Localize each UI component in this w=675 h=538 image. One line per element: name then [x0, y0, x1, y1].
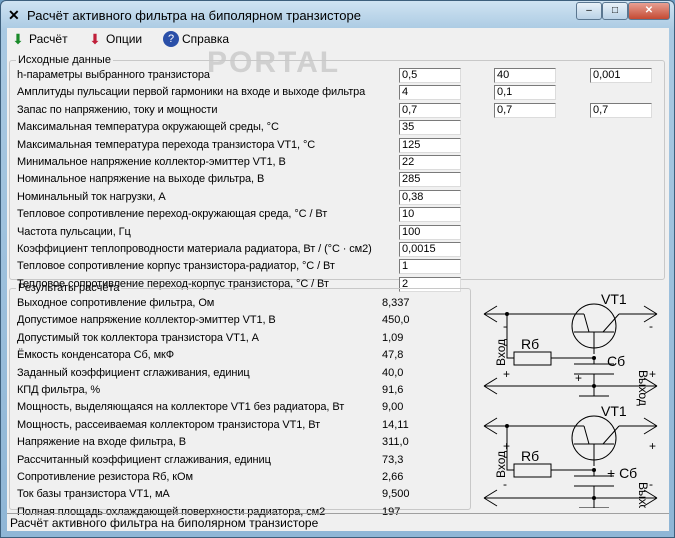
- svg-text:-: -: [649, 319, 653, 333]
- options-label: Опции: [106, 32, 143, 46]
- input-field[interactable]: 0,7: [590, 102, 652, 118]
- circuit-wires: [483, 415, 658, 508]
- resistor-symbol: [513, 463, 552, 478]
- app-window: ✕ Расчёт активного фильтра на биполярном…: [0, 0, 675, 538]
- svg-text:-: -: [649, 477, 653, 491]
- result-label: Допустимый ток коллектора транзистора VT…: [17, 331, 259, 344]
- svg-text:+: +: [503, 367, 510, 381]
- svg-text:+: +: [649, 439, 656, 453]
- result-value: 14,11: [382, 418, 409, 431]
- result-value: 9,500: [382, 488, 410, 501]
- result-value: 47,8: [382, 349, 404, 362]
- input-field[interactable]: 0,5: [399, 68, 461, 83]
- options-button[interactable]: ⬇ Опции: [87, 31, 142, 47]
- inputs-legend: Исходные данные: [18, 54, 111, 66]
- input-field[interactable]: 0,7: [399, 102, 461, 118]
- input-label: Амплитуды пульсации первой гармоники на …: [17, 86, 366, 99]
- maximize-button[interactable]: □: [602, 2, 628, 20]
- input-field[interactable]: 35: [399, 120, 461, 136]
- result-label: Выходное сопротивление фильтра, Ом: [17, 297, 215, 309]
- result-label: Мощность, выделяющаяся на коллекторе VT1…: [17, 401, 345, 414]
- help-button[interactable]: ? Справка: [163, 31, 229, 47]
- input-label: Запас по напряжению, току и мощности: [17, 103, 218, 116]
- result-label: Сопротивление резистора Rб, кОм: [17, 471, 193, 483]
- capacitor-polarity: +: [575, 371, 582, 385]
- window-title: Расчёт активного фильтра на биполярном т…: [27, 8, 361, 23]
- result-label: Ток базы транзистора VT1, мА: [17, 488, 170, 501]
- svg-text:+: +: [649, 367, 656, 381]
- result-label: Заданный коэффициент сглаживания, единиц: [17, 366, 250, 379]
- input-label: Вход: [494, 339, 508, 366]
- input-field[interactable]: 40: [494, 68, 556, 83]
- input-label: Коэффициент теплопроводности материала р…: [17, 243, 372, 255]
- result-label: Мощность, рассеиваемая коллектором транз…: [17, 418, 321, 431]
- input-field[interactable]: 22: [399, 155, 461, 170]
- svg-text:-: -: [503, 477, 507, 491]
- input-label: Тепловое сопротивление переход-окружающа…: [17, 208, 328, 221]
- svg-text:-: -: [503, 319, 507, 333]
- result-value: 9,00: [382, 401, 404, 414]
- resistor-symbol: [513, 351, 552, 366]
- minimize-button[interactable]: –: [576, 2, 602, 20]
- transistor-label: VT1: [601, 291, 627, 307]
- input-field[interactable]: 4: [399, 85, 461, 101]
- app-icon: ✕: [8, 7, 20, 23]
- result-value: 40,0: [382, 366, 404, 379]
- result-label: Допустимое напряжение коллектор-эмиттер …: [17, 314, 276, 327]
- calculate-label: Расчёт: [29, 32, 68, 46]
- calculate-button[interactable]: ⬇ Расчёт: [10, 31, 68, 47]
- result-value: 311,0: [382, 436, 409, 449]
- results-legend: Результаты расчёта: [18, 282, 120, 294]
- input-label: Максимальная температура окружающей сред…: [17, 121, 279, 134]
- input-field[interactable]: 285: [399, 172, 461, 188]
- result-value: 91,6: [382, 384, 404, 396]
- input-label: Вход: [494, 451, 508, 478]
- result-value: 2,66: [382, 471, 404, 483]
- result-label: КПД фильтра, %: [17, 384, 101, 396]
- input-label: Тепловое сопротивление корпус транзистор…: [17, 260, 335, 273]
- output-label: Выход: [636, 482, 650, 508]
- input-field[interactable]: 0,38: [399, 189, 461, 205]
- input-field[interactable]: 10: [399, 207, 461, 223]
- capacitor-label: + Сб: [607, 465, 637, 481]
- status-bar: Расчёт активного фильтра на биполярном т…: [7, 513, 669, 531]
- input-label: Номинальное напряжение на выходе фильтра…: [17, 173, 265, 186]
- result-value: 8,337: [382, 297, 410, 309]
- resistor-label: Rб: [521, 336, 539, 352]
- input-field[interactable]: 0,1: [494, 85, 556, 101]
- input-field[interactable]: 125: [399, 137, 461, 153]
- circuit-wires: [483, 303, 658, 397]
- input-field[interactable]: 0,7: [494, 102, 556, 118]
- input-label: h-параметры выбранного транзистора: [17, 69, 210, 81]
- input-field[interactable]: 0,001: [590, 68, 652, 83]
- input-field[interactable]: 100: [399, 224, 461, 240]
- result-label: Рассчитанный коэффициент сглаживания, ед…: [17, 453, 271, 466]
- result-value: 73,3: [382, 453, 404, 466]
- input-field[interactable]: 1: [399, 259, 461, 275]
- resistor-label: Rб: [521, 448, 539, 464]
- transistor-label: VT1: [601, 403, 627, 419]
- input-field[interactable]: 0,0015: [399, 242, 461, 257]
- help-icon: ?: [163, 31, 179, 47]
- input-label: Максимальная температура перехода транзи…: [17, 138, 316, 151]
- input-label: Минимальное напряжение коллектор-эмиттер…: [17, 156, 286, 168]
- client-area: ⬇ Расчёт ⬇ Опции ? Справка PORTAL Исходные …: [7, 28, 669, 531]
- help-label: Справка: [182, 32, 230, 46]
- arrow-down-red-icon: ⬇: [89, 31, 101, 47]
- input-label: Номинальный ток нагрузки, А: [17, 190, 166, 203]
- close-button[interactable]: ✕: [628, 2, 670, 20]
- result-label: Напряжение на входе фильтра, В: [17, 436, 186, 449]
- arrow-down-green-icon: ⬇: [12, 31, 24, 47]
- toolbar: ⬇ Расчёт ⬇ Опции ? Справка PORTAL: [7, 28, 669, 79]
- result-label: Ёмкость конденсатора Сб, мкФ: [17, 349, 175, 362]
- output-label: Выход: [636, 370, 650, 406]
- result-value: 450,0: [382, 314, 410, 327]
- capacitor-label: Сб: [607, 353, 625, 369]
- input-label: Частота пульсации, Гц: [17, 225, 131, 238]
- result-value: 1,09: [382, 331, 404, 344]
- svg-text:+: +: [503, 439, 510, 453]
- circuit-schematic: VT1 Rб Сб + Вход Выход - + - + VT1 Rб + …: [483, 291, 658, 508]
